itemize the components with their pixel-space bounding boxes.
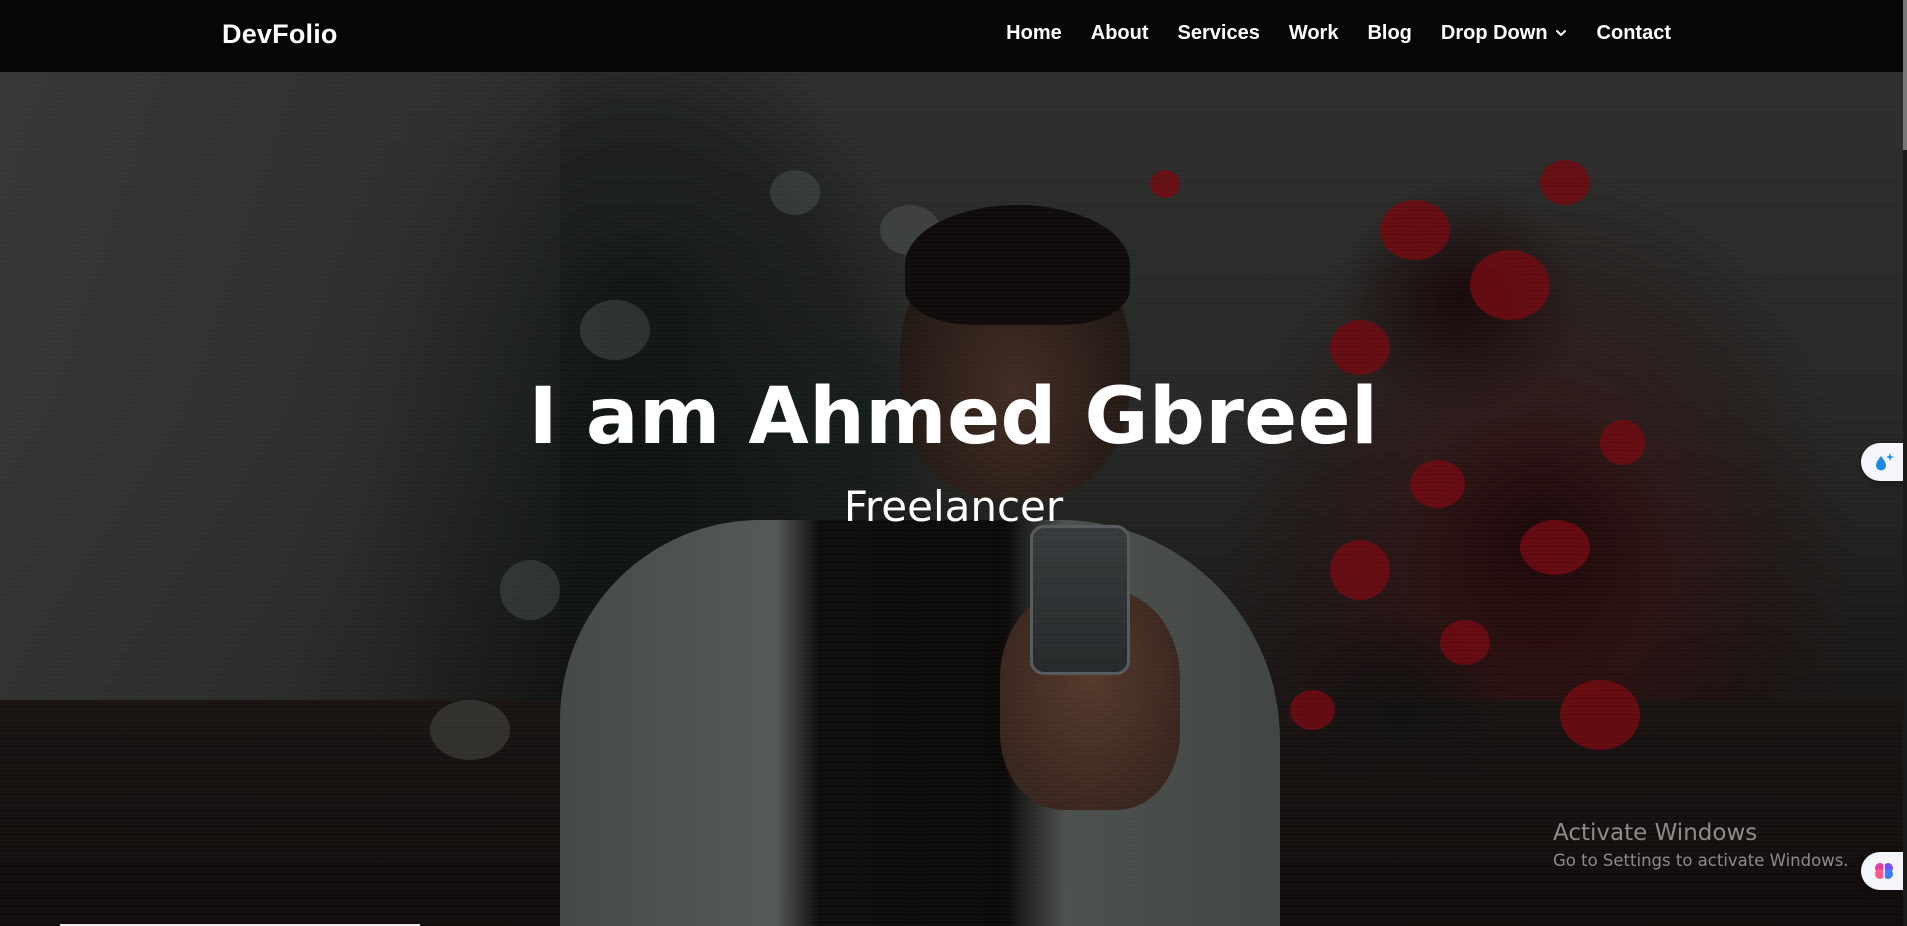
nav-item-about[interactable]: About (1091, 22, 1149, 45)
hero-title: I am Ahmed Gbreel (528, 372, 1379, 462)
sparkle-drop-icon (1876, 453, 1894, 471)
ai-assistant-widget[interactable] (1861, 443, 1907, 481)
hero-background-image (0, 0, 1907, 926)
nav-item-work[interactable]: Work (1289, 22, 1339, 45)
nav-item-home[interactable]: Home (1006, 22, 1062, 45)
nav-item-dropdown[interactable]: Drop Down (1441, 22, 1568, 45)
navbar: DevFolio Home About Services Work Blog D… (0, 0, 1907, 72)
brain-widget[interactable] (1861, 852, 1907, 890)
watermark-subtitle: Go to Settings to activate Windows. (1553, 851, 1849, 870)
windows-activation-watermark: Activate Windows Go to Settings to activ… (1553, 820, 1849, 870)
watermark-title: Activate Windows (1553, 820, 1758, 846)
scrollbar-thumb[interactable] (1903, 0, 1907, 150)
nav-item-contact[interactable]: Contact (1597, 22, 1671, 45)
hero-texture (0, 0, 1907, 926)
hero-subtitle: Freelancer (843, 482, 1064, 531)
brand-logo[interactable]: DevFolio (222, 19, 338, 50)
chevron-down-icon (1555, 29, 1566, 36)
nav-menu: Home About Services Work Blog Drop Down … (1006, 22, 1671, 45)
brain-icon (1875, 863, 1893, 879)
nav-item-dropdown-label: Drop Down (1440, 22, 1548, 44)
nav-item-blog[interactable]: Blog (1367, 22, 1411, 45)
nav-item-services[interactable]: Services (1178, 22, 1260, 45)
